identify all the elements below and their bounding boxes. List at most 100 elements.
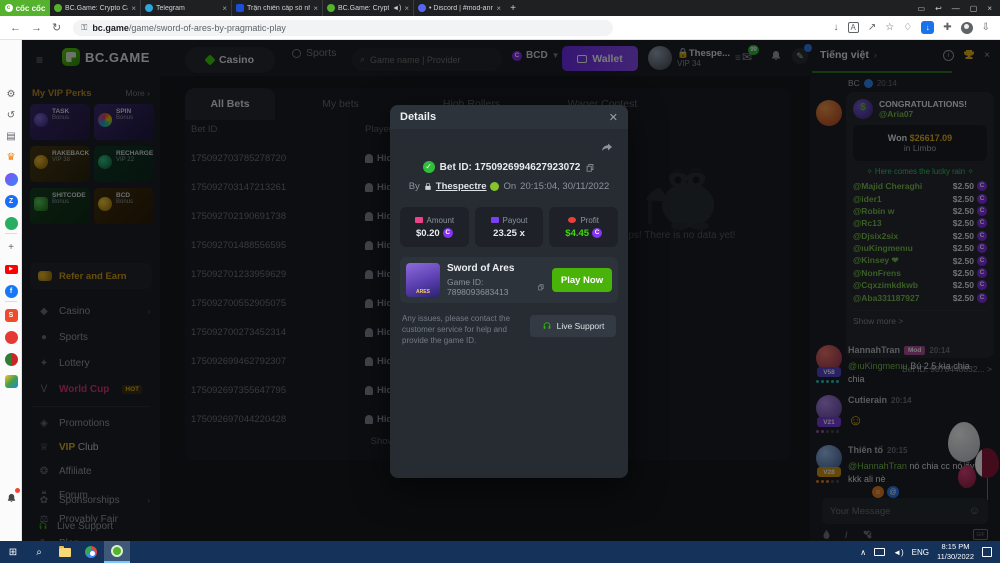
start-button[interactable]: ⊞ bbox=[0, 541, 26, 563]
modal-header: Details ✕ bbox=[390, 105, 628, 129]
youtube-icon[interactable]: ▶ bbox=[3, 261, 19, 277]
windows-taskbar: ⊞ ⌕ ∧ ◄) ENG 8:15 PM 11/30/2022 bbox=[0, 541, 1000, 563]
screen: c cốc cốc BC.Game: Crypto Casino Ga × Te… bbox=[0, 0, 1000, 563]
news-icon[interactable] bbox=[3, 329, 19, 345]
network-icon[interactable] bbox=[874, 548, 886, 556]
window-controls: ▭ ↩ — ▢ × bbox=[918, 0, 1000, 16]
facebook-icon[interactable]: f bbox=[3, 283, 19, 299]
forward-button[interactable]: → bbox=[31, 22, 42, 34]
download-active-button[interactable]: ↓ bbox=[921, 21, 935, 34]
headset-icon bbox=[543, 322, 550, 329]
support-note: Any issues, please contact the customer … bbox=[402, 314, 511, 346]
language-indicator[interactable]: ENG bbox=[912, 548, 929, 557]
profile-avatar[interactable] bbox=[960, 21, 973, 34]
save-page-icon[interactable]: ↓ bbox=[834, 22, 839, 33]
modal-by-row: By Thespectre On 20:15:04, 30/11/2022 bbox=[408, 181, 610, 192]
frog-emoji-icon bbox=[490, 182, 500, 191]
payout-icon bbox=[490, 217, 499, 223]
browser-brand-button[interactable]: c cốc cốc bbox=[0, 0, 50, 16]
reload-button[interactable]: ↻ bbox=[52, 21, 61, 34]
tab-telegram[interactable]: Telegram × bbox=[141, 0, 232, 16]
bet-stats: Amount $0.20 C Payout 23.25 x Profit $4.4… bbox=[400, 207, 619, 247]
translate-icon[interactable]: A bbox=[847, 22, 859, 33]
copy-icon[interactable] bbox=[537, 282, 545, 292]
zalo-icon[interactable]: Z bbox=[3, 193, 19, 209]
back-button[interactable]: ← bbox=[10, 22, 21, 34]
bookmark-star-icon[interactable]: ☆ bbox=[885, 22, 894, 33]
back-to-icon[interactable]: ↩ bbox=[935, 4, 942, 13]
maximize-button[interactable]: ▢ bbox=[970, 4, 978, 13]
volume-icon[interactable]: ◄) bbox=[893, 548, 904, 557]
taskbar-search-icon[interactable]: ⌕ bbox=[26, 541, 52, 563]
hidden-icons-chevron[interactable]: ∧ bbox=[860, 548, 866, 557]
notifications-bell-icon[interactable] bbox=[3, 488, 20, 506]
taskbar-tray: ∧ ◄) ENG 8:15 PM 11/30/2022 bbox=[860, 542, 1000, 562]
browser-tabstrip: c cốc cốc BC.Game: Crypto Casino Ga × Te… bbox=[0, 0, 1000, 16]
bettor-username[interactable]: Thespectre bbox=[436, 181, 487, 192]
amount-icon bbox=[414, 217, 423, 223]
extensions-icon[interactable]: ✚ bbox=[943, 22, 951, 33]
profit-icon bbox=[568, 217, 577, 223]
game-name: Sword of Ares bbox=[447, 263, 515, 274]
stat-payout: Payout 23.25 x bbox=[474, 207, 544, 247]
toolbar-icons: ↓ A ↗ ☆ ♢ ↓ ✚ ⇩ bbox=[834, 21, 1000, 34]
add-shortcut-icon[interactable]: + bbox=[3, 239, 19, 255]
url-path: /game/sword-of-ares-by-pragmatic-play bbox=[128, 22, 286, 33]
soccer-icon[interactable] bbox=[3, 351, 19, 367]
tab-close-icon[interactable]: × bbox=[313, 4, 318, 13]
close-button[interactable]: × bbox=[987, 4, 992, 13]
modal-close-icon[interactable]: ✕ bbox=[609, 111, 618, 124]
capture-icon[interactable]: ▭ bbox=[918, 4, 926, 13]
share-icon[interactable] bbox=[600, 141, 614, 153]
tab-close-icon[interactable]: × bbox=[496, 4, 501, 13]
tab-discord[interactable]: • Discord | #mod-announc × bbox=[414, 0, 505, 16]
verified-shield-icon: ✓ bbox=[422, 161, 435, 173]
minimize-button[interactable]: — bbox=[952, 4, 960, 13]
photos-icon[interactable] bbox=[3, 373, 19, 389]
notification-dot bbox=[15, 488, 20, 493]
messenger-icon[interactable] bbox=[3, 171, 19, 187]
divider bbox=[5, 233, 17, 234]
play-now-button[interactable]: Play Now bbox=[552, 268, 612, 292]
reading-list-icon[interactable]: ▤ bbox=[3, 128, 19, 144]
bcd-coin-icon: C bbox=[592, 228, 603, 238]
adblock-shield-icon[interactable]: ♢ bbox=[903, 22, 912, 33]
tab-close-icon[interactable]: × bbox=[404, 4, 409, 13]
tab-bcgame-2[interactable]: BC.Game: Crypto Casino ◄) × bbox=[323, 0, 414, 16]
coccoc-taskbar-icon[interactable] bbox=[104, 541, 130, 563]
game-thumbnail[interactable] bbox=[406, 263, 440, 297]
discord-favicon bbox=[418, 4, 426, 12]
bcgame-favicon bbox=[54, 4, 62, 12]
tab-sound-icon[interactable]: ◄) bbox=[392, 5, 401, 12]
hot-news-crown-icon[interactable]: ♛ bbox=[3, 149, 19, 165]
downloads-tray-icon[interactable]: ⇩ bbox=[982, 22, 990, 33]
bcd-coin-icon: C bbox=[442, 228, 453, 238]
url-domain: bc.game bbox=[92, 22, 129, 33]
taskbar-clock[interactable]: 8:15 PM 11/30/2022 bbox=[937, 542, 974, 562]
live-support-button[interactable]: Live Support bbox=[530, 315, 616, 337]
video-favicon bbox=[236, 4, 244, 12]
share-icon[interactable]: ↗ bbox=[868, 22, 876, 33]
games-icon[interactable] bbox=[3, 215, 19, 231]
divider bbox=[5, 301, 17, 302]
brand-label: cốc cốc bbox=[15, 3, 46, 13]
ssl-lock-icon[interactable]: ⚿ bbox=[81, 23, 87, 33]
browser-toolbar: ← → ↻ ⚿ bc.game/game/sword-of-ares-by-pr… bbox=[0, 16, 1000, 40]
tab-bcgame-1[interactable]: BC.Game: Crypto Casino Ga × bbox=[50, 0, 141, 16]
coccoc-logo-icon: c bbox=[4, 4, 13, 12]
chrome-taskbar-icon[interactable] bbox=[78, 541, 104, 563]
history-icon[interactable]: ↺ bbox=[3, 107, 19, 123]
details-modal: Details ✕ ✓ Bet ID: 1750926994627923072 … bbox=[390, 105, 628, 478]
tab-close-icon[interactable]: × bbox=[131, 4, 136, 13]
address-bar[interactable]: ⚿ bc.game/game/sword-of-ares-by-pragmati… bbox=[73, 19, 614, 36]
shopee-icon[interactable]: S bbox=[3, 307, 19, 323]
browser-side-rail: ⚙ ↺ ▤ ♛ Z + ▶ f S … bbox=[0, 40, 22, 563]
copy-icon[interactable] bbox=[585, 162, 595, 173]
tab-close-icon[interactable]: × bbox=[222, 4, 227, 13]
telegram-favicon bbox=[145, 4, 153, 12]
settings-gear-icon[interactable]: ⚙ bbox=[3, 86, 19, 102]
new-tab-button[interactable]: + bbox=[505, 0, 521, 16]
action-center-icon[interactable] bbox=[982, 547, 992, 557]
file-explorer-icon[interactable] bbox=[52, 541, 78, 563]
tab-video[interactable]: Trận chiến cấp số nhân chơi × bbox=[232, 0, 323, 16]
